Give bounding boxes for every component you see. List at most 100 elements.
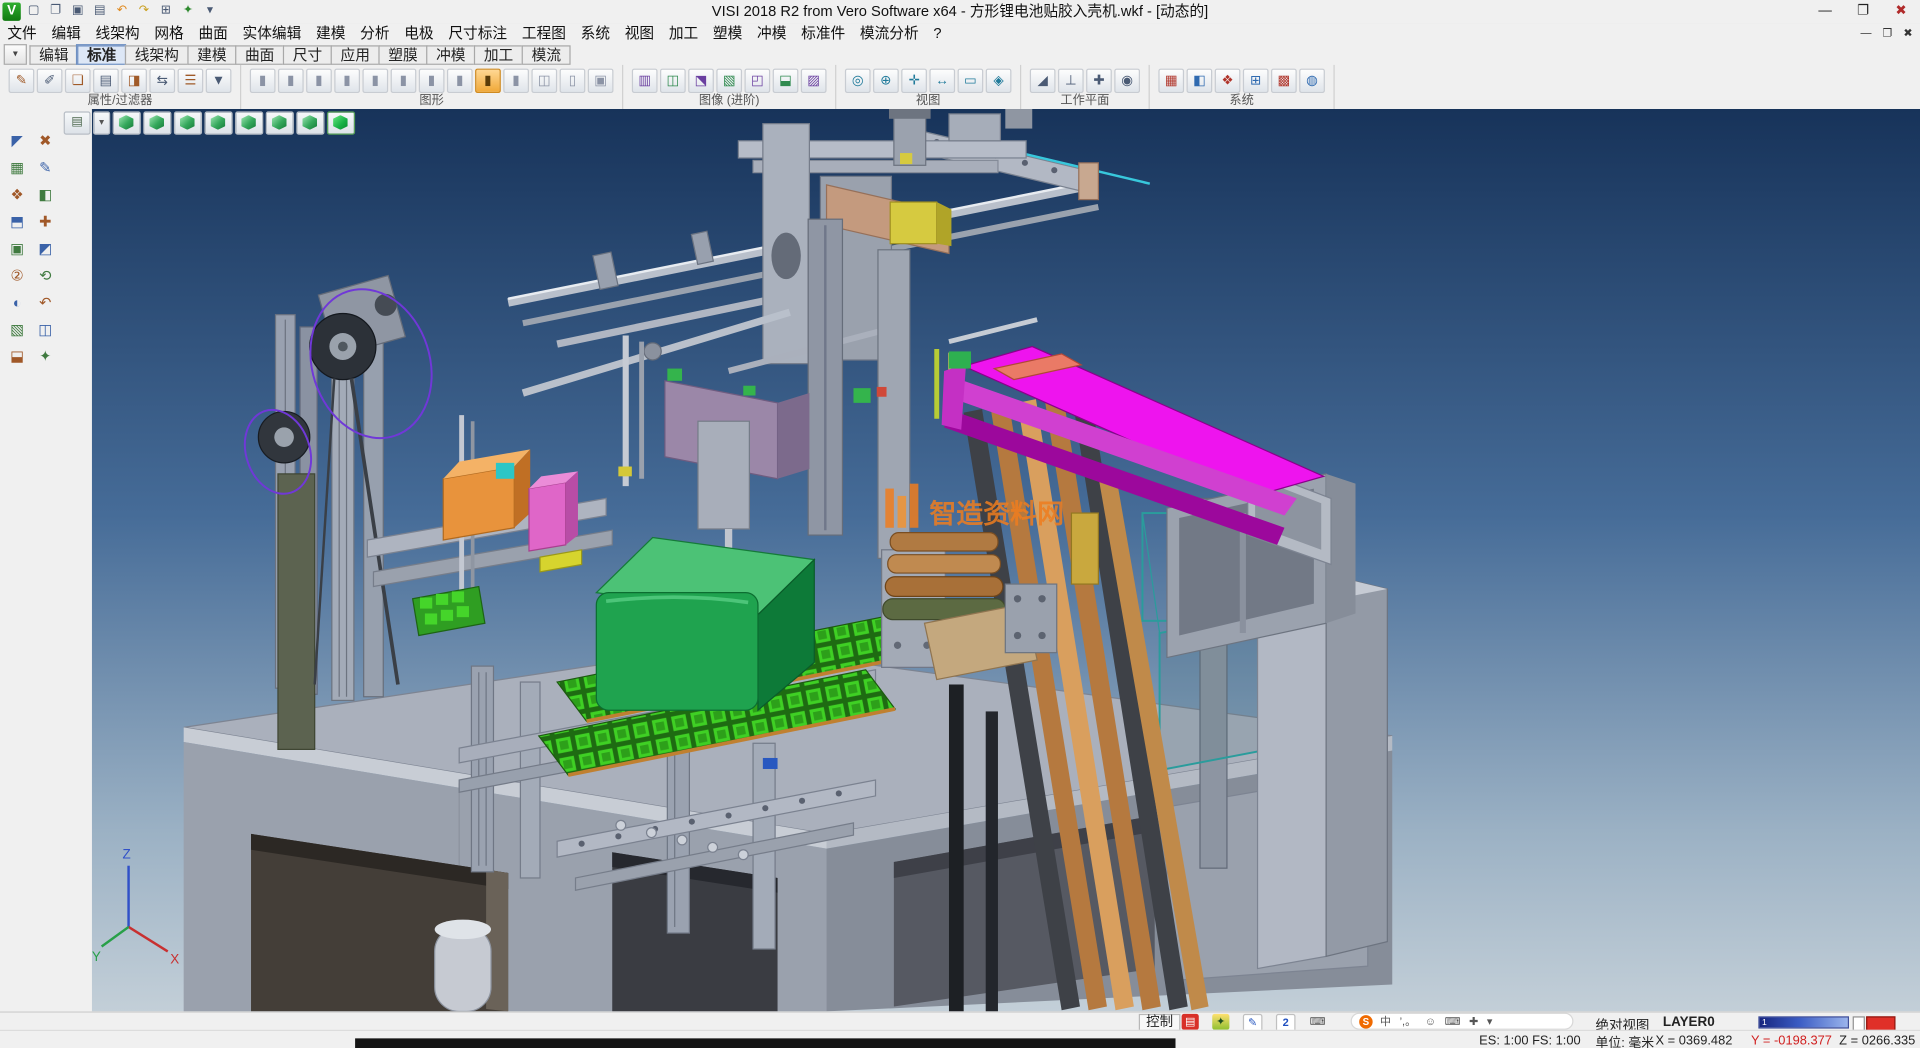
toolbar-icon[interactable]: ⊕ xyxy=(873,68,899,92)
menu-item[interactable]: 工程图 xyxy=(514,23,573,44)
layers-icon[interactable]: ▤ xyxy=(64,111,91,134)
menu-item[interactable]: 加工 xyxy=(661,23,705,44)
side-tool-icon[interactable]: ◫ xyxy=(33,317,57,341)
view-cube-icon[interactable] xyxy=(204,111,232,134)
toolbar-icon[interactable]: ◎ xyxy=(845,68,871,92)
toolbar-icon[interactable]: ▤ xyxy=(93,68,119,92)
view-cube-icon[interactable] xyxy=(113,111,141,134)
side-tool-icon[interactable]: ◩ xyxy=(33,236,57,260)
ribbon-tab[interactable]: 冲模 xyxy=(426,45,474,65)
quick-access-icon[interactable]: ✦ xyxy=(178,1,199,21)
quick-access-icon[interactable]: ❐ xyxy=(45,1,66,21)
toolbar-icon[interactable]: ▮ xyxy=(306,68,332,92)
ribbon-tab[interactable]: 应用 xyxy=(331,45,379,65)
close-button[interactable]: ✖ xyxy=(1882,0,1920,22)
side-tool-icon[interactable]: ⬒ xyxy=(5,209,29,233)
menu-item[interactable]: 曲面 xyxy=(191,23,235,44)
mdi-control-icon[interactable]: ❐ xyxy=(1883,23,1893,44)
toolbar-icon[interactable]: ▮ xyxy=(334,68,360,92)
toolbar-icon[interactable]: ▮ xyxy=(419,68,445,92)
toolbar-icon[interactable]: ▼ xyxy=(206,68,232,92)
view-cube-icon[interactable] xyxy=(296,111,324,134)
mdi-control-icon[interactable]: ✖ xyxy=(1903,23,1912,44)
menu-item[interactable]: 实体编辑 xyxy=(235,23,308,44)
toolbar-icon[interactable]: ⬔ xyxy=(688,68,714,92)
toolbar-icon[interactable]: ▮ xyxy=(391,68,417,92)
side-tool-icon[interactable]: ↶ xyxy=(33,290,57,314)
ime-icon[interactable]: ▾ xyxy=(1487,1014,1493,1029)
quick-access-icon[interactable]: ▣ xyxy=(67,1,88,21)
ime-icon[interactable]: ’,。 xyxy=(1400,1014,1417,1029)
side-tool-icon[interactable]: ◧ xyxy=(33,182,57,206)
viewport-3d[interactable]: 智造资料网 Z X Y xyxy=(92,109,1920,1011)
menu-item[interactable]: 分析 xyxy=(353,23,397,44)
quick-access-icon[interactable]: ▾ xyxy=(200,1,221,21)
toolbar-icon[interactable]: ▮ xyxy=(475,68,501,92)
control-button[interactable]: 控制 xyxy=(1139,1014,1181,1031)
toolbar-icon[interactable]: ▮ xyxy=(278,68,304,92)
menu-item[interactable]: 模流分析 xyxy=(853,23,926,44)
side-tool-icon[interactable]: ✖ xyxy=(33,129,57,153)
toolbar-icon[interactable]: ◍ xyxy=(1299,68,1325,92)
toolbar-icon[interactable]: ▥ xyxy=(632,68,658,92)
mdi-control-icon[interactable]: — xyxy=(1860,23,1871,44)
toolbar-icon[interactable]: ◨ xyxy=(121,68,147,92)
toolbar-icon[interactable]: ▮ xyxy=(503,68,529,92)
toolbar-icon[interactable]: ❖ xyxy=(1215,68,1241,92)
view-cube-icon[interactable] xyxy=(327,111,355,134)
ime-icon[interactable]: 中 xyxy=(1380,1014,1391,1029)
ime-icon[interactable]: ⌨ xyxy=(1445,1014,1461,1029)
ribbon-tab[interactable]: 曲面 xyxy=(235,45,283,65)
toolbar-icon[interactable]: ✛ xyxy=(901,68,927,92)
ribbon-tab[interactable]: 编辑 xyxy=(29,45,77,65)
toolbar-icon[interactable]: ✐ xyxy=(37,68,63,92)
side-tool-icon[interactable]: ▣ xyxy=(5,236,29,260)
side-tool-icon[interactable]: ◐ xyxy=(5,290,29,314)
toolbar-icon[interactable]: ◫ xyxy=(660,68,686,92)
toolbar-icon[interactable]: ✚ xyxy=(1086,68,1112,92)
menu-item[interactable]: 系统 xyxy=(573,23,617,44)
toolbar-icon[interactable]: ◧ xyxy=(1187,68,1213,92)
side-tool-icon[interactable]: ✎ xyxy=(33,156,57,180)
toolbar-icon[interactable]: ⊞ xyxy=(1243,68,1269,92)
quick-access-icon[interactable]: ↶ xyxy=(111,1,132,21)
side-tool-icon[interactable]: ❖ xyxy=(5,182,29,206)
side-tool-icon[interactable]: ◤ xyxy=(5,129,29,153)
view-cube-icon[interactable] xyxy=(143,111,171,134)
menu-item[interactable]: 线架构 xyxy=(88,23,147,44)
toolbar-icon[interactable]: ↔ xyxy=(929,68,955,92)
ribbon-tab[interactable]: 尺寸 xyxy=(283,45,331,65)
ribbon-tab[interactable]: 模流 xyxy=(522,45,571,65)
quick-access-icon[interactable]: ⊞ xyxy=(156,1,177,21)
view-cube-icon[interactable] xyxy=(266,111,294,134)
ime-icon[interactable]: ☺ xyxy=(1425,1014,1436,1029)
menu-item[interactable]: 建模 xyxy=(309,23,353,44)
ime-icon[interactable]: ✚ xyxy=(1469,1014,1478,1029)
toolbar-icon[interactable]: ◈ xyxy=(986,68,1012,92)
view-dropdown-icon[interactable]: ▾ xyxy=(93,111,110,134)
toolbar-icon[interactable]: ▣ xyxy=(588,68,614,92)
ime-logo-icon[interactable]: S xyxy=(1359,1014,1372,1027)
toolbar-icon[interactable]: ▯ xyxy=(560,68,586,92)
side-tool-icon[interactable]: ✚ xyxy=(33,209,57,233)
ribbon-tab[interactable]: 线架构 xyxy=(125,45,187,65)
side-tool-icon[interactable]: ✦ xyxy=(33,344,57,368)
toolbar-icon[interactable]: ❏ xyxy=(65,68,91,92)
minimize-button[interactable]: — xyxy=(1806,0,1844,22)
toolbar-icon[interactable]: ▩ xyxy=(1271,68,1297,92)
toolbar-icon[interactable]: ▮ xyxy=(362,68,388,92)
menu-item[interactable]: 编辑 xyxy=(44,23,88,44)
toolbar-icon[interactable]: ▮ xyxy=(250,68,276,92)
menu-item[interactable]: ? xyxy=(926,23,949,44)
menu-item[interactable]: 尺寸标注 xyxy=(441,23,514,44)
toolbar-icon[interactable]: ⬓ xyxy=(773,68,799,92)
toolbar-icon[interactable]: ▭ xyxy=(958,68,984,92)
toolbar-icon[interactable]: ☰ xyxy=(178,68,204,92)
toolbar-icon[interactable]: ⇆ xyxy=(149,68,175,92)
menu-item[interactable]: 塑模 xyxy=(706,23,750,44)
ribbon-tab[interactable]: 加工 xyxy=(474,45,522,65)
status-star-icon[interactable]: ✦ xyxy=(1212,1014,1229,1030)
menu-item[interactable]: 视图 xyxy=(617,23,661,44)
menu-item[interactable]: 网格 xyxy=(147,23,191,44)
toolbar-icon[interactable]: ⊥ xyxy=(1058,68,1084,92)
